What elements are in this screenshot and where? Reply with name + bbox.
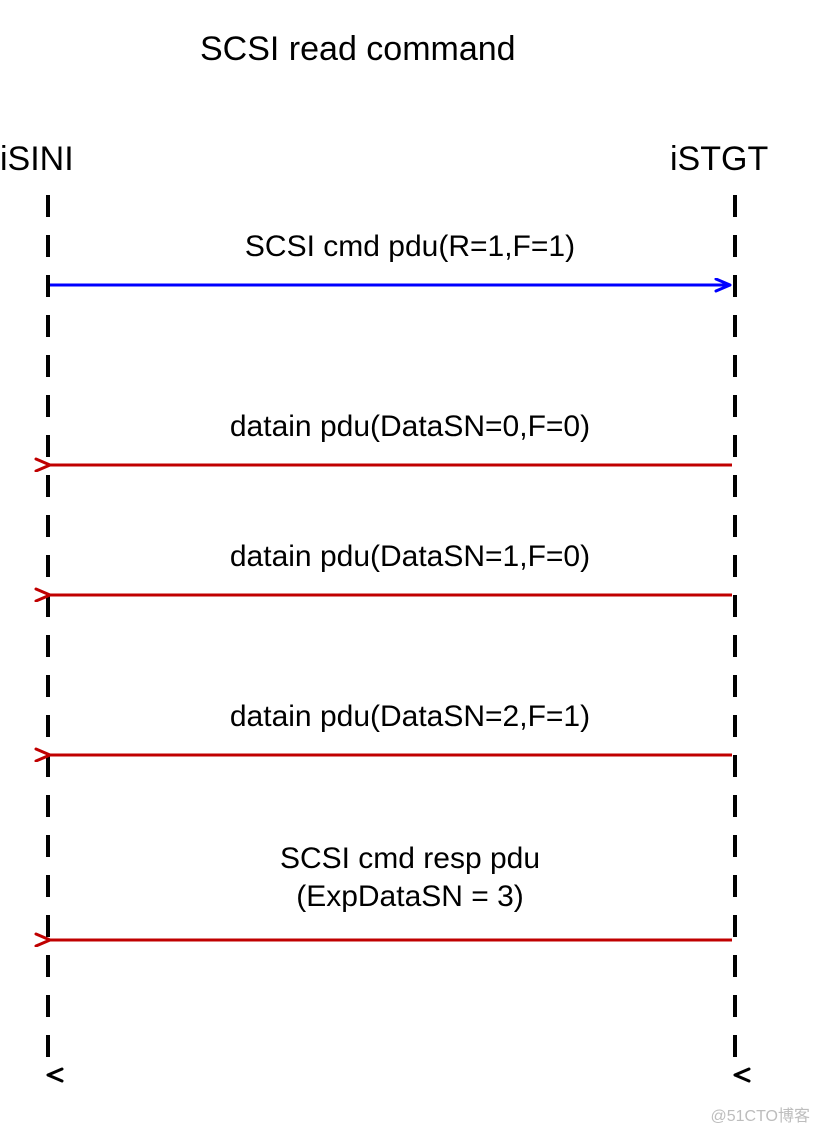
sequence-diagram: SCSI read command iSINI iSTGT SCSI cmd p… [0, 0, 820, 1132]
diagram-svg [0, 0, 820, 1132]
watermark: @51CTO博客 [710, 1102, 810, 1126]
